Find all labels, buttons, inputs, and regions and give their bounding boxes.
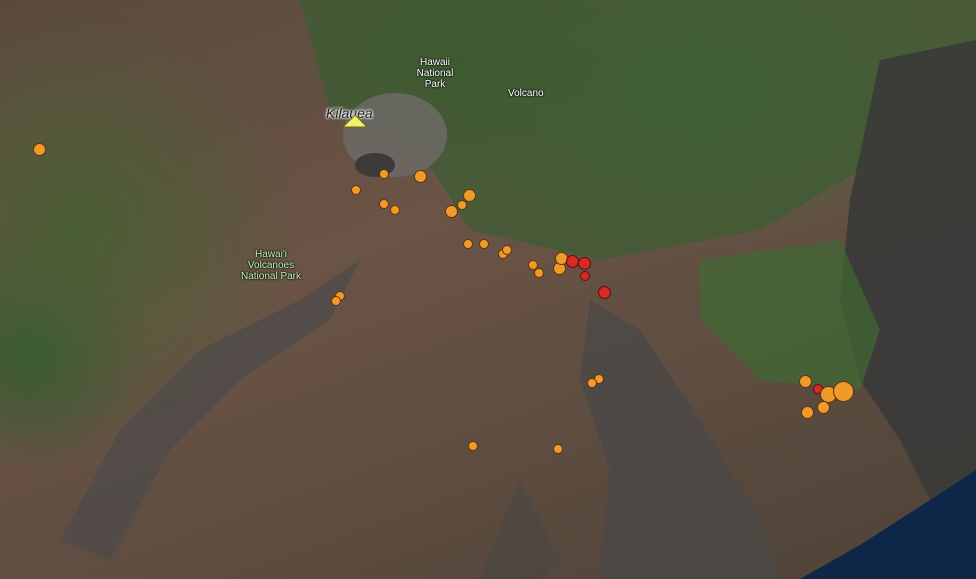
earthquake-marker[interactable] [597, 285, 611, 299]
earthquake-marker[interactable] [577, 256, 591, 270]
hawaii-national-park-label: Hawaii National Park [416, 57, 454, 90]
earthquake-marker[interactable] [816, 400, 830, 414]
earthquake-marker[interactable] [444, 204, 458, 218]
earthquake-marker[interactable] [463, 239, 473, 249]
earthquake-marker[interactable] [565, 254, 579, 268]
earthquake-marker[interactable] [379, 169, 389, 179]
earthquake-marker[interactable] [351, 185, 361, 195]
volcano-triangle-icon[interactable] [342, 114, 368, 128]
earthquake-marker[interactable] [587, 378, 597, 388]
earthquake-marker[interactable] [580, 271, 590, 281]
earthquake-marker[interactable] [413, 169, 427, 183]
earthquake-marker[interactable] [462, 188, 476, 202]
earthquake-marker[interactable] [32, 142, 46, 156]
earthquake-marker[interactable] [468, 441, 478, 451]
terrain-layer [60, 0, 976, 579]
earthquake-marker[interactable] [800, 405, 814, 419]
satellite-map[interactable]: Hawaii National Park Volcano Kilauea Haw… [0, 0, 976, 579]
earthquake-marker[interactable] [798, 374, 812, 388]
earthquake-marker[interactable] [534, 268, 544, 278]
earthquake-marker[interactable] [502, 245, 512, 255]
volcanoes-national-park-label: Hawai'i Volcanoes National Park [240, 249, 302, 282]
earthquake-marker[interactable] [331, 296, 341, 306]
volcano-town-label: Volcano [508, 88, 544, 99]
earthquake-marker[interactable] [457, 200, 467, 210]
earthquake-marker[interactable] [479, 239, 489, 249]
earthquake-marker[interactable] [379, 199, 389, 209]
earthquake-marker[interactable] [832, 380, 854, 402]
earthquake-marker[interactable] [553, 444, 563, 454]
earthquake-marker[interactable] [390, 205, 400, 215]
